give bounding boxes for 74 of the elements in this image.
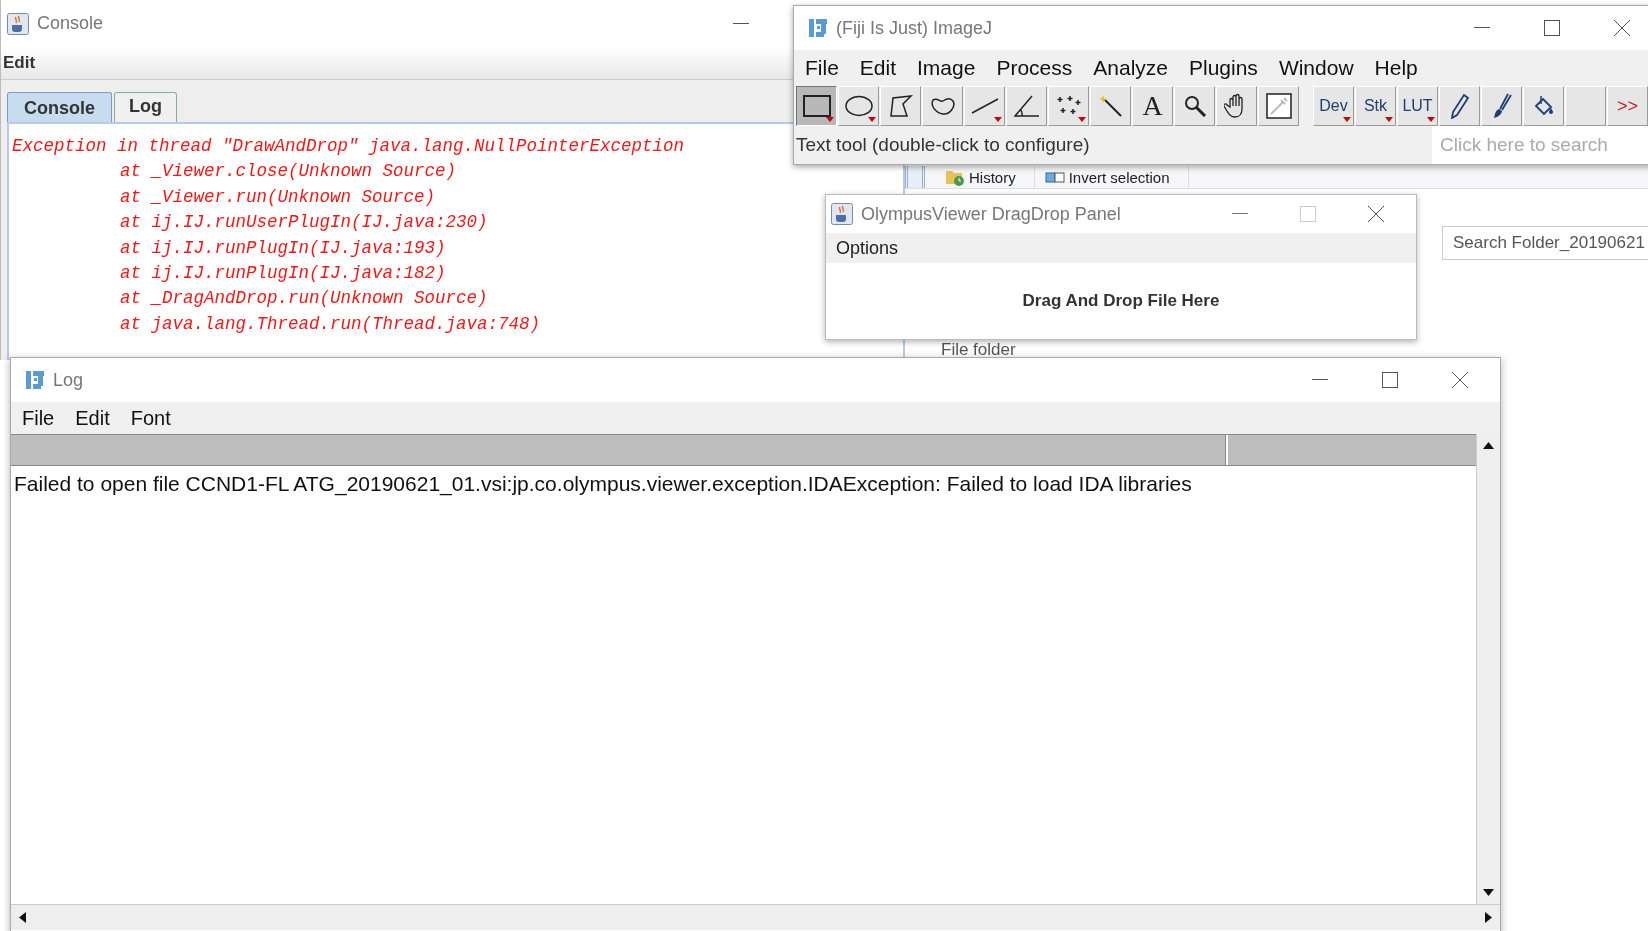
- menu-item[interactable]: File: [22, 406, 55, 430]
- drop-zone-text: Drag And Drop File Here: [1022, 291, 1220, 311]
- menu-item[interactable]: Font: [130, 406, 171, 430]
- rectangle-icon: [802, 95, 831, 117]
- file-type-text: File folder: [941, 340, 1016, 360]
- exception-line: at _DragAndDrop.run(Unknown Source): [119, 287, 488, 311]
- line-icon: [970, 98, 999, 114]
- maximize-icon[interactable]: [1544, 20, 1560, 36]
- menu-item[interactable]: Edit: [75, 406, 110, 430]
- exception-line: at _Viewer.close(Unknown Source): [119, 160, 457, 184]
- horizontal-scrollbar[interactable]: [11, 904, 1500, 930]
- ribbon-label[interactable]: History: [969, 168, 1016, 186]
- minimize-icon[interactable]: [1474, 27, 1490, 29]
- log-line: Failed to open file CCND1-FL ATG_20190621_01.vsi:jp.co.olympus.viewer.exception.IDAException: Failed to load IDA libraries: [14, 472, 1192, 496]
- pencil-icon: [1449, 93, 1470, 119]
- left-arrow-icon[interactable]: [19, 912, 26, 923]
- menu-item[interactable]: Process: [996, 56, 1073, 80]
- tool-button[interactable]: Dev: [1313, 86, 1354, 126]
- tool-button[interactable]: LUT: [1397, 86, 1438, 126]
- window-title: Console: [37, 13, 104, 34]
- exception-line: Exception in thread "DrawAndDrop" java.lang.NullPointerException: [12, 135, 685, 158]
- selection-icon: [1044, 170, 1065, 184]
- brush-icon: [1491, 93, 1512, 119]
- freehand-icon: [929, 96, 956, 116]
- tool-button[interactable]: Stk: [1355, 86, 1396, 126]
- maximize-icon[interactable]: [1382, 372, 1398, 388]
- close-icon[interactable]: [1368, 206, 1384, 222]
- close-icon[interactable]: [1452, 372, 1468, 388]
- menu-item[interactable]: Edit: [859, 56, 897, 80]
- wand-icon: [1098, 94, 1123, 118]
- vertical-scrollbar[interactable]: [1476, 434, 1500, 904]
- exception-line: at ij.IJ.runPlugIn(IJ.java:193): [119, 236, 446, 260]
- menu-item[interactable]: Window: [1278, 56, 1354, 80]
- window-title: (Fiji Is Just) ImageJ: [836, 17, 993, 39]
- minimize-icon[interactable]: [1232, 213, 1248, 215]
- app-logo-icon: [25, 370, 45, 390]
- app-logo-icon: [808, 18, 828, 38]
- minimize-icon[interactable]: [1312, 379, 1328, 381]
- menu-item[interactable]: Options: [836, 237, 899, 259]
- menu-item[interactable]: File: [805, 56, 839, 80]
- tab[interactable]: Console: [7, 92, 112, 122]
- exception-line: at ij.IJ.runPlugIn(IJ.java:182): [119, 262, 446, 286]
- coffee-cup-icon: [831, 203, 853, 225]
- search-field[interactable]: Search Folder_20190621: [1442, 226, 1648, 260]
- status-text: Text tool (double-click to configure): [795, 134, 1091, 156]
- search-field[interactable]: Click here to search: [1432, 126, 1648, 164]
- search-icon: [1182, 94, 1207, 118]
- paint-bucket-icon: [1532, 94, 1555, 118]
- menu-item[interactable]: Image: [917, 56, 976, 80]
- tool-button[interactable]: [796, 86, 837, 126]
- menu-item[interactable]: Edit: [1, 53, 38, 73]
- menu-item[interactable]: Help: [1374, 56, 1418, 80]
- up-arrow-icon[interactable]: [1483, 442, 1494, 449]
- minimize-icon[interactable]: [733, 22, 749, 25]
- angle-icon: [1013, 95, 1040, 117]
- menu-item[interactable]: Analyze: [1093, 56, 1168, 80]
- menu-item[interactable]: Plugins: [1189, 56, 1258, 80]
- tool-button[interactable]: >>: [1607, 86, 1648, 126]
- polygon-icon: [888, 95, 913, 117]
- right-arrow-icon[interactable]: [1485, 912, 1492, 923]
- window-title: OlympusViewer DragDrop Panel: [861, 203, 1121, 225]
- points-icon: [1055, 95, 1082, 117]
- oval-icon: [844, 95, 873, 117]
- coffee-cup-icon: [7, 12, 29, 35]
- down-arrow-icon[interactable]: [1483, 889, 1494, 896]
- ribbon-label[interactable]: Invert selection: [1068, 168, 1170, 186]
- close-icon[interactable]: [1614, 20, 1630, 36]
- dropper-icon: [1265, 93, 1292, 119]
- exception-line: at _Viewer.run(Unknown Source): [119, 185, 436, 209]
- exception-line: at ij.IJ.runUserPlugIn(IJ.java:230): [119, 211, 488, 235]
- exception-line: at java.lang.Thread.run(Thread.java:748): [119, 312, 541, 336]
- tab[interactable]: Log: [114, 92, 177, 122]
- tool-button[interactable]: A: [1132, 86, 1173, 126]
- window-title: Log: [53, 369, 84, 391]
